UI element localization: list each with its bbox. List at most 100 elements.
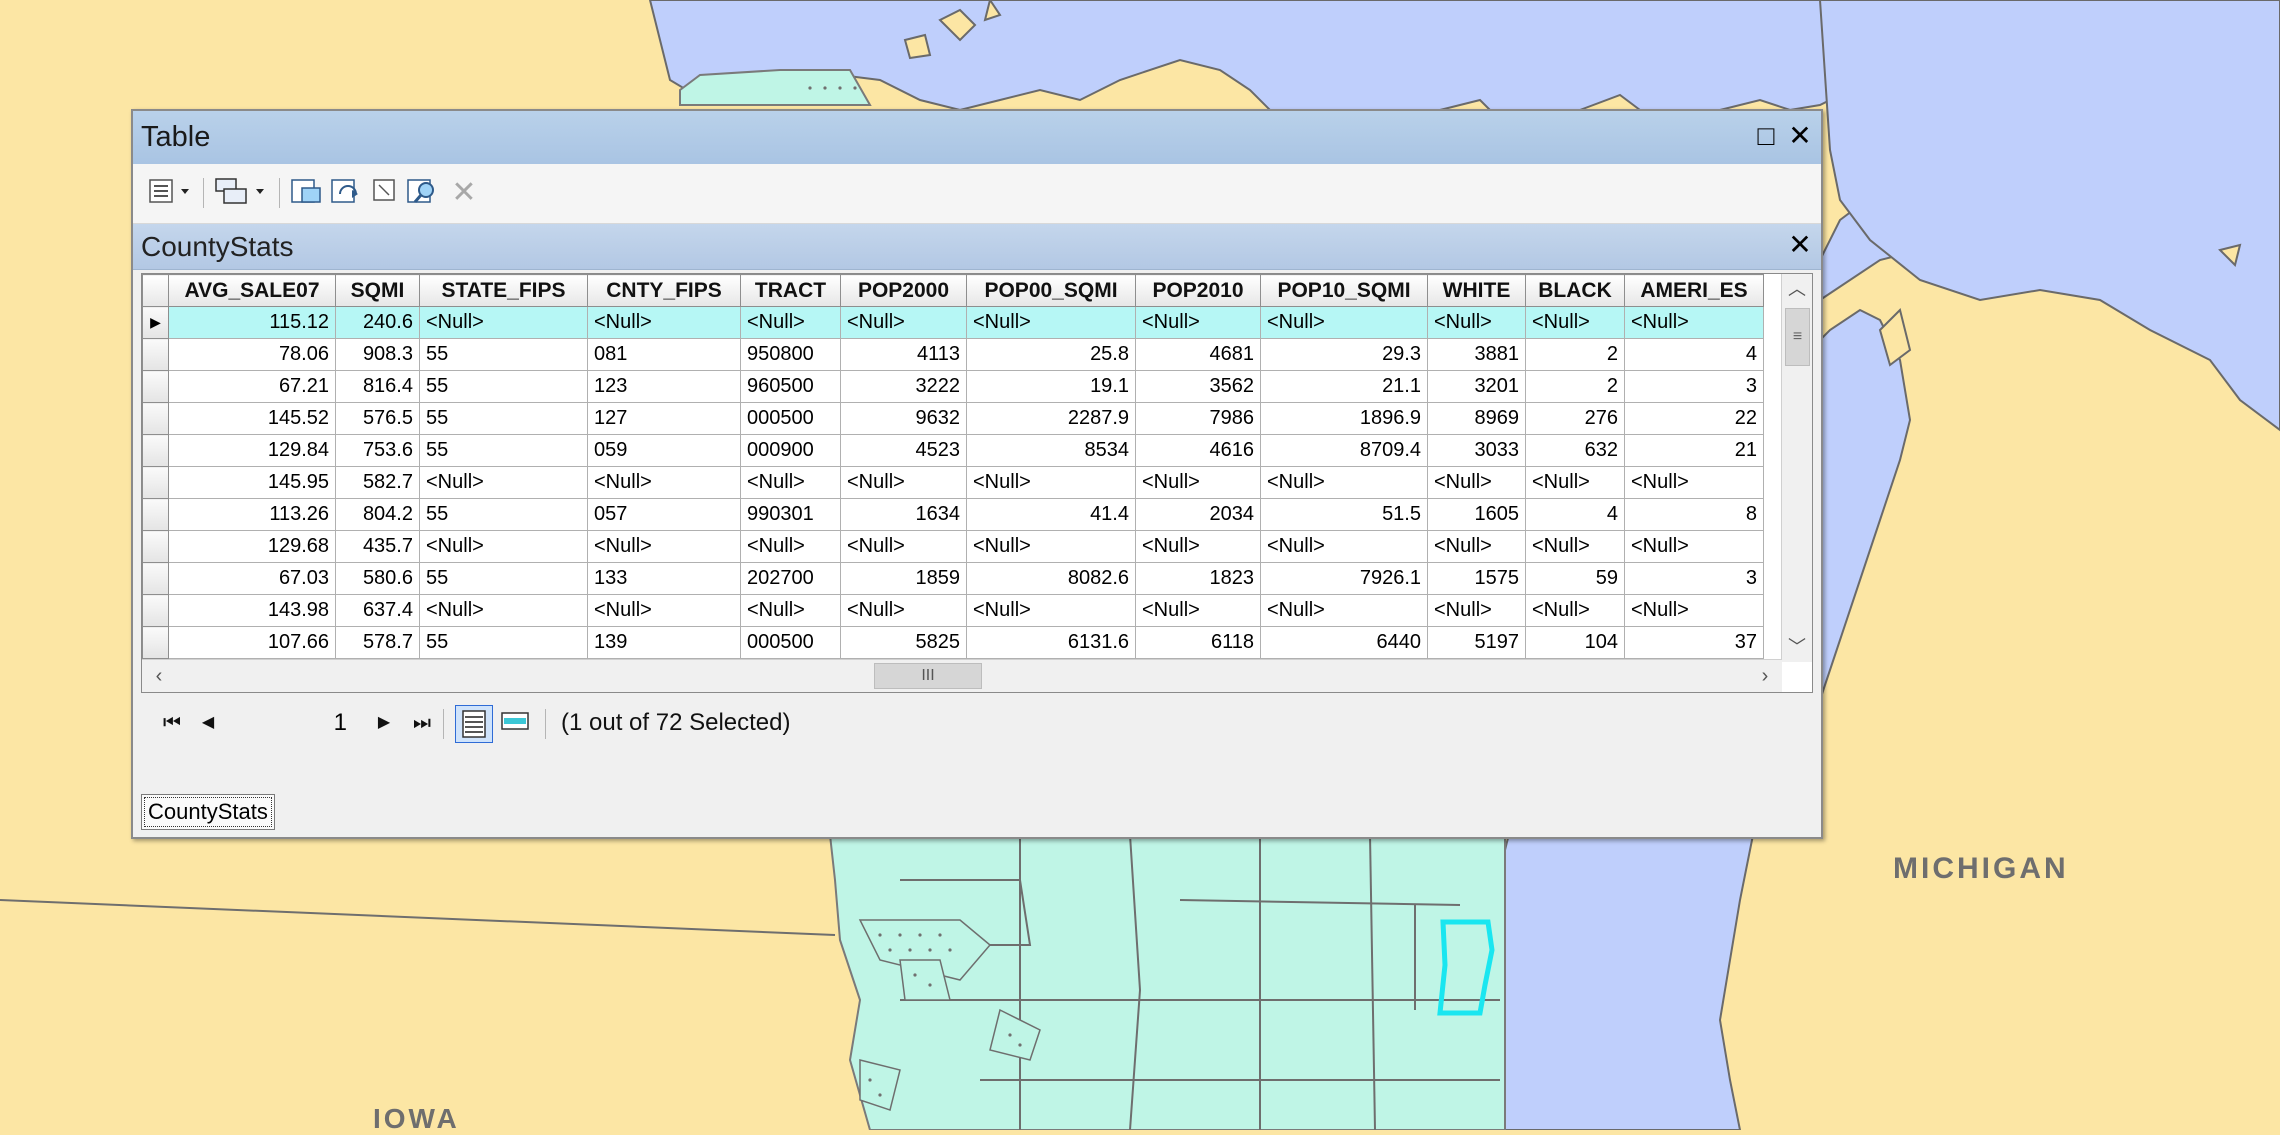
table-cell[interactable]: 576.5 xyxy=(335,402,420,435)
column-header[interactable]: CNTY_FIPS xyxy=(587,274,741,307)
column-header[interactable]: SQMI xyxy=(335,274,420,307)
table-cell[interactable]: <Null> xyxy=(587,530,741,563)
table-cell[interactable]: <Null> xyxy=(1427,306,1526,339)
table-cell[interactable]: 55 xyxy=(419,338,588,371)
table-cell[interactable]: 22 xyxy=(1624,402,1764,435)
table-cell[interactable]: <Null> xyxy=(419,530,588,563)
table-row[interactable]: 129.68 435.7 <Null> <Null> <Null> <Null> <Null… xyxy=(142,530,1764,563)
column-header[interactable]: POP2010 xyxy=(1135,274,1261,307)
next-record-icon[interactable]: ▶ xyxy=(369,707,399,739)
window-titlebar[interactable]: Table □ ✕ xyxy=(133,111,1821,164)
table-cell[interactable]: 3201 xyxy=(1427,370,1526,403)
table-cell[interactable]: 2 xyxy=(1525,338,1625,371)
scroll-up-icon[interactable]: ︿ xyxy=(1782,274,1812,304)
table-cell[interactable]: 816.4 xyxy=(335,370,420,403)
table-cell[interactable]: 578.7 xyxy=(335,626,420,659)
table-cell[interactable]: <Null> xyxy=(740,466,841,499)
show-all-records-icon[interactable] xyxy=(455,705,493,743)
table-cell[interactable]: 3 xyxy=(1624,370,1764,403)
vertical-scroll-thumb[interactable]: ≡ xyxy=(1785,308,1810,366)
last-record-icon[interactable]: ⏭ xyxy=(407,707,437,739)
table-cell[interactable]: 059 xyxy=(587,434,741,467)
row-selector-header[interactable] xyxy=(142,274,169,307)
table-cell[interactable]: 4 xyxy=(1624,338,1764,371)
column-header[interactable]: POP2000 xyxy=(840,274,967,307)
table-cell[interactable]: <Null> xyxy=(840,306,967,339)
table-cell[interactable]: 55 xyxy=(419,370,588,403)
table-cell[interactable]: <Null> xyxy=(966,306,1136,339)
table-cell[interactable]: 1859 xyxy=(840,562,967,595)
table-row[interactable]: 129.84 753.6 55 059 000900 4523 8534 4616 8709.4… xyxy=(142,434,1764,467)
scroll-right-icon[interactable]: › xyxy=(1750,660,1780,692)
scroll-left-icon[interactable]: ‹ xyxy=(144,660,174,692)
scroll-down-icon[interactable]: ﹀ xyxy=(1782,632,1812,662)
table-cell[interactable]: 202700 xyxy=(740,562,841,595)
column-header[interactable]: WHITE xyxy=(1427,274,1526,307)
table-cell[interactable]: 145.52 xyxy=(168,402,336,435)
switch-selection-icon[interactable] xyxy=(329,176,365,210)
table-cell[interactable]: <Null> xyxy=(966,594,1136,627)
column-header[interactable]: POP10_SQMI xyxy=(1260,274,1428,307)
table-cell[interactable]: 3222 xyxy=(840,370,967,403)
table-cell[interactable]: 580.6 xyxy=(335,562,420,595)
table-cell[interactable]: 145.95 xyxy=(168,466,336,499)
table-cell[interactable]: 55 xyxy=(419,626,588,659)
table-cell[interactable]: 29.3 xyxy=(1260,338,1428,371)
table-cell[interactable]: 129.68 xyxy=(168,530,336,563)
table-cell[interactable]: <Null> xyxy=(419,594,588,627)
horizontal-scrollbar[interactable]: ‹ III › xyxy=(142,659,1782,692)
row-selector[interactable]: ▶ xyxy=(142,306,169,339)
table-cell[interactable]: 3562 xyxy=(1135,370,1261,403)
table-cell[interactable]: 8969 xyxy=(1427,402,1526,435)
table-cell[interactable]: 3881 xyxy=(1427,338,1526,371)
table-cell[interactable]: <Null> xyxy=(840,466,967,499)
table-cell[interactable]: 55 xyxy=(419,562,588,595)
close-button[interactable]: ✕ xyxy=(1785,119,1815,153)
table-row[interactable]: 67.21 816.4 55 123 960500 3222 19.1 3562 21.1 320… xyxy=(142,370,1764,403)
table-row[interactable]: 113.26 804.2 55 057 990301 1634 41.4 2034 51.5 16… xyxy=(142,498,1764,531)
table-cell[interactable]: 3 xyxy=(1624,562,1764,595)
table-cell[interactable]: <Null> xyxy=(1624,530,1764,563)
table-cell[interactable]: 67.21 xyxy=(168,370,336,403)
table-cell[interactable]: <Null> xyxy=(840,530,967,563)
table-cell[interactable]: 000900 xyxy=(740,434,841,467)
row-selector[interactable] xyxy=(142,594,169,627)
table-cell[interactable]: 000500 xyxy=(740,626,841,659)
table-cell[interactable]: 057 xyxy=(587,498,741,531)
table-cell[interactable]: 129.84 xyxy=(168,434,336,467)
table-cell[interactable]: 804.2 xyxy=(335,498,420,531)
row-selector[interactable] xyxy=(142,466,169,499)
table-cell[interactable]: 1634 xyxy=(840,498,967,531)
table-cell[interactable]: 753.6 xyxy=(335,434,420,467)
column-header[interactable]: TRACT xyxy=(740,274,841,307)
table-cell[interactable]: <Null> xyxy=(740,594,841,627)
table-row[interactable]: 145.95 582.7 <Null> <Null> <Null> <Null> <Null… xyxy=(142,466,1764,499)
row-selector[interactable] xyxy=(142,498,169,531)
table-cell[interactable]: 435.7 xyxy=(335,530,420,563)
row-selector[interactable] xyxy=(142,626,169,659)
tab-countystats[interactable]: CountyStats xyxy=(141,794,275,830)
column-header[interactable]: POP00_SQMI xyxy=(966,274,1136,307)
table-cell[interactable]: <Null> xyxy=(1525,306,1625,339)
table-row[interactable]: 107.66 578.7 55 139 000500 5825 6131.6 6118 6440… xyxy=(142,626,1764,659)
table-cell[interactable]: 2034 xyxy=(1135,498,1261,531)
table-cell[interactable]: 8709.4 xyxy=(1260,434,1428,467)
table-cell[interactable]: 1823 xyxy=(1135,562,1261,595)
table-cell[interactable]: 113.26 xyxy=(168,498,336,531)
current-record-field[interactable]: 1 xyxy=(237,707,357,739)
table-cell[interactable]: 7986 xyxy=(1135,402,1261,435)
table-cell[interactable]: 276 xyxy=(1525,402,1625,435)
table-cell[interactable]: 21 xyxy=(1624,434,1764,467)
table-cell[interactable]: <Null> xyxy=(1624,466,1764,499)
table-cell[interactable]: 1605 xyxy=(1427,498,1526,531)
row-selector[interactable] xyxy=(142,562,169,595)
table-cell[interactable]: 6131.6 xyxy=(966,626,1136,659)
table-cell[interactable]: 133 xyxy=(587,562,741,595)
related-tables-icon[interactable] xyxy=(213,176,273,210)
table-cell[interactable]: 2 xyxy=(1525,370,1625,403)
table-cell[interactable]: <Null> xyxy=(966,530,1136,563)
table-cell[interactable]: 51.5 xyxy=(1260,498,1428,531)
table-cell[interactable]: 960500 xyxy=(740,370,841,403)
table-cell[interactable]: <Null> xyxy=(587,306,741,339)
show-selected-records-icon[interactable] xyxy=(497,705,535,743)
